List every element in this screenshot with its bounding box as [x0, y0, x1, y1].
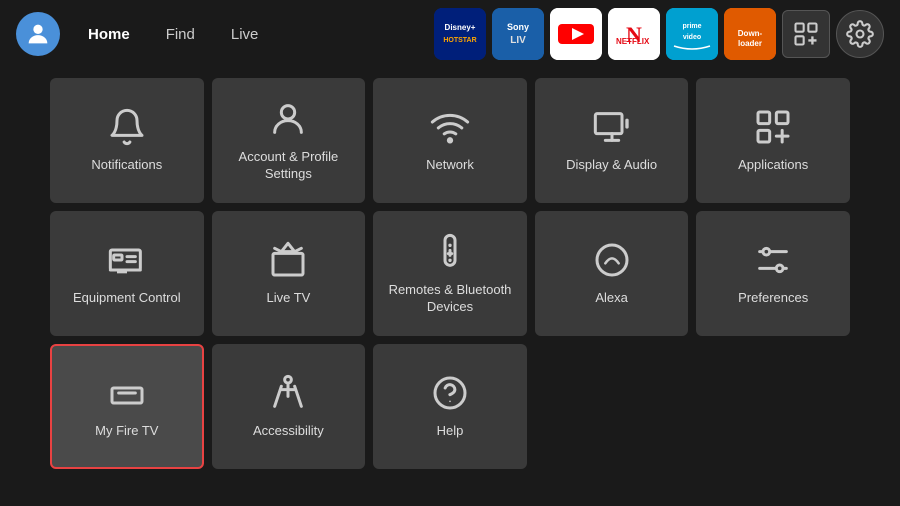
svg-text:loader: loader [738, 39, 762, 48]
app-youtube[interactable] [550, 8, 602, 60]
grid-my-fire-tv[interactable]: My Fire TV [50, 344, 204, 469]
grid-alexa[interactable]: Alexa [535, 211, 689, 336]
grid-network[interactable]: Network [373, 78, 527, 203]
accessibility-label: Accessibility [253, 423, 324, 440]
svg-text:Down-: Down- [738, 29, 763, 38]
settings-grid: Notifications Account & Profile Settings… [0, 68, 900, 479]
app-netflix[interactable]: N NETFLIX [608, 8, 660, 60]
nav-live[interactable]: Live [215, 20, 275, 49]
svg-text:HOTSTAR: HOTSTAR [443, 37, 476, 44]
applications-label: Applications [738, 157, 808, 174]
grid-display-audio[interactable]: Display & Audio [535, 78, 689, 203]
grid-live-tv[interactable]: Live TV [212, 211, 366, 336]
grid-equipment-control[interactable]: Equipment Control [50, 211, 204, 336]
app-disney[interactable]: Disney+ HOTSTAR [434, 8, 486, 60]
nav-apps: Disney+ HOTSTAR Sony LIV N N [434, 8, 884, 60]
nav-find[interactable]: Find [150, 20, 211, 49]
grid-account-profile[interactable]: Account & Profile Settings [212, 78, 366, 203]
remotes-bluetooth-label: Remotes & Bluetooth Devices [383, 282, 517, 316]
live-tv-label: Live TV [266, 290, 310, 307]
settings-icon[interactable] [836, 10, 884, 58]
nav-home[interactable]: Home [72, 20, 146, 49]
grid-notifications[interactable]: Notifications [50, 78, 204, 203]
preferences-label: Preferences [738, 290, 808, 307]
grid-preferences[interactable]: Preferences [696, 211, 850, 336]
svg-text:LIV: LIV [510, 35, 526, 46]
network-label: Network [426, 157, 474, 174]
svg-text:video: video [683, 34, 701, 41]
notifications-label: Notifications [91, 157, 162, 174]
app-downloader[interactable]: Down- loader [724, 8, 776, 60]
alexa-label: Alexa [595, 290, 628, 307]
svg-text:NETFLIX: NETFLIX [616, 37, 650, 46]
top-nav: Home Find Live Disney+ HOTSTAR Sony LIV [0, 0, 900, 68]
svg-text:Disney+: Disney+ [445, 23, 476, 32]
grid-help[interactable]: Help [373, 344, 527, 469]
svg-text:prime: prime [682, 23, 701, 30]
account-profile-label: Account & Profile Settings [222, 149, 356, 183]
app-prime[interactable]: prime video [666, 8, 718, 60]
user-avatar[interactable] [16, 12, 60, 56]
grid-remotes-bluetooth[interactable]: Remotes & Bluetooth Devices [373, 211, 527, 336]
svg-text:Sony: Sony [507, 22, 529, 32]
display-audio-label: Display & Audio [566, 157, 657, 174]
my-fire-tv-label: My Fire TV [95, 423, 158, 440]
nav-links: Home Find Live [72, 20, 274, 49]
grid-accessibility[interactable]: Accessibility [212, 344, 366, 469]
grid-applications[interactable]: Applications [696, 78, 850, 203]
help-label: Help [437, 423, 464, 440]
equipment-control-label: Equipment Control [73, 290, 181, 307]
app-sony[interactable]: Sony LIV [492, 8, 544, 60]
app-grid-icon[interactable] [782, 10, 830, 58]
